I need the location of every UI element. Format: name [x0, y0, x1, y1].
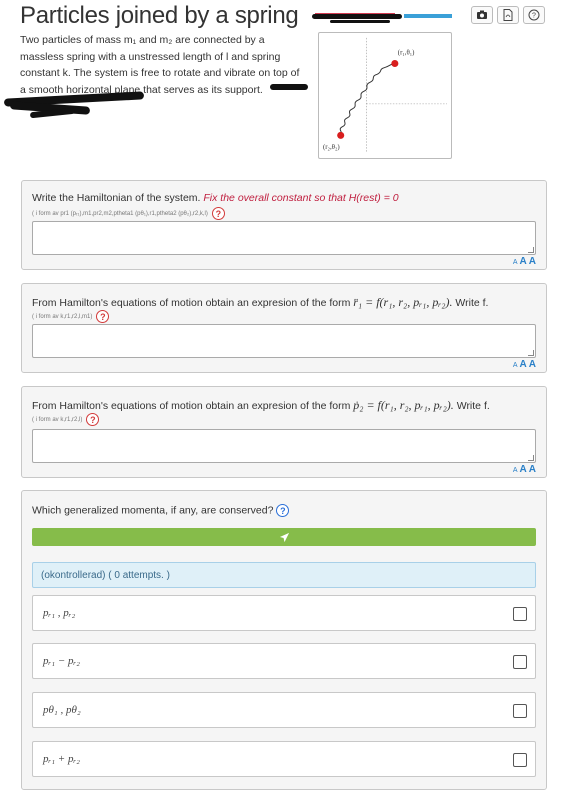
prompt-text: From Hamilton's equations of motion obta…: [32, 400, 351, 412]
send-icon: [279, 532, 289, 542]
hint-text: ( i form av k,r1,r2,l,m1): [32, 313, 93, 320]
font-small-button[interactable]: A: [513, 467, 518, 474]
status-message: (okontrollerad) ( 0 attempts. ): [32, 562, 536, 588]
font-large-button[interactable]: A: [529, 256, 536, 267]
intro-line: massless spring with a unstressed length…: [20, 50, 281, 63]
hint-text: ( i form av pr1 (pᵣ₁),m1,pr2,m2,ptheta1 …: [32, 210, 208, 217]
prompt-math: ṗ₂ = f(r₁, r₂, pᵣ₁, pᵣ₂).: [353, 398, 454, 412]
resize-handle[interactable]: [528, 247, 534, 253]
font-size-controls: A A A: [513, 464, 536, 475]
problem-description: Two particles of mass m₁ and m₂ are conn…: [20, 32, 310, 98]
option-checkbox[interactable]: [513, 655, 527, 669]
font-large-button[interactable]: A: [529, 464, 536, 475]
hint-text: ( i form av k,r1,r2,l): [32, 416, 83, 423]
question-prompt: From Hamilton's equations of motion obta…: [32, 398, 490, 413]
help-icon[interactable]: ?: [96, 310, 110, 323]
option-label: pᵣ₁ , pᵣ₂: [43, 607, 76, 619]
option-item[interactable]: pᵣ₁ , pᵣ₂: [32, 595, 536, 631]
spring-diagram: (r₁,θ₁) (r₂,θ₂): [318, 32, 452, 159]
font-large-button[interactable]: A: [529, 359, 536, 370]
toolbar: ?: [471, 6, 545, 24]
font-medium-button[interactable]: A: [520, 256, 527, 267]
option-checkbox[interactable]: [513, 607, 527, 621]
resize-handle[interactable]: [528, 350, 534, 356]
help-icon[interactable]: ?: [86, 413, 100, 426]
svg-text:?: ?: [532, 13, 536, 20]
answer-input[interactable]: [32, 324, 536, 358]
prompt-text: Which generalized momenta, if any, are c…: [32, 504, 274, 517]
font-medium-button[interactable]: A: [520, 359, 527, 370]
intro-line: constant k. The system is free to rotate…: [20, 67, 300, 79]
intro-line: Two particles of mass m₁ and m₂ are conn…: [20, 34, 265, 46]
font-size-controls: A A A: [513, 359, 536, 370]
font-size-controls: A A A: [513, 256, 536, 267]
prompt-tail: Write f.: [455, 297, 489, 309]
submit-button[interactable]: [32, 528, 536, 546]
option-item[interactable]: pᵣ₁ − pᵣ₂: [32, 643, 536, 679]
prompt-text: Write the Hamiltonian of the system.: [32, 192, 201, 204]
question-panel-conserved-momenta: Which generalized momenta, if any, are c…: [21, 490, 547, 790]
question-prompt: Which generalized momenta, if any, are c…: [32, 504, 290, 517]
page-title: Particles joined by a spring: [20, 2, 299, 29]
variable-hint: ( i form av k,r1,r2,l) ?: [32, 413, 100, 426]
option-item[interactable]: pθ₁ , pθ₂: [32, 692, 536, 728]
help-icon[interactable]: ?: [523, 6, 545, 24]
question-panel-hamiltonian: Write the Hamiltonian of the system. Fix…: [21, 180, 547, 270]
particle-2-label: (r₂,θ₂): [323, 144, 340, 151]
variable-hint: ( i form av pr1 (pᵣ₁),m1,pr2,m2,ptheta1 …: [32, 207, 225, 220]
font-small-button[interactable]: A: [513, 362, 518, 369]
option-checkbox[interactable]: [513, 753, 527, 767]
camera-icon[interactable]: [471, 6, 493, 24]
prompt-tail: Write f.: [456, 400, 490, 412]
resize-handle[interactable]: [528, 455, 534, 461]
help-icon[interactable]: ?: [211, 207, 225, 220]
question-prompt: Write the Hamiltonian of the system. Fix…: [32, 192, 399, 204]
particle-1-label: (r₁,θ₁): [398, 50, 415, 57]
answer-input[interactable]: [32, 429, 536, 463]
option-checkbox[interactable]: [513, 704, 527, 718]
pdf-icon[interactable]: [497, 6, 519, 24]
option-label: pθ₁ , pθ₂: [43, 704, 81, 716]
option-label: pᵣ₁ + pᵣ₂: [43, 753, 80, 765]
title-redaction-blue: [404, 14, 452, 18]
variable-hint: ( i form av k,r1,r2,l,m1) ?: [32, 310, 110, 323]
option-label: pᵣ₁ − pᵣ₂: [43, 655, 80, 667]
answer-input[interactable]: [32, 221, 536, 255]
title-redaction-scribble-2: [330, 20, 390, 23]
prompt-highlight: Fix the overall constant so that H(rest)…: [203, 192, 399, 204]
redaction-scribble: [270, 84, 308, 90]
option-item[interactable]: pᵣ₁ + pᵣ₂: [32, 741, 536, 777]
question-panel-r1-ddot: From Hamilton's equations of motion obta…: [21, 283, 547, 373]
question-prompt: From Hamilton's equations of motion obta…: [32, 295, 488, 310]
font-medium-button[interactable]: A: [520, 464, 527, 475]
help-icon[interactable]: ?: [276, 504, 290, 517]
font-small-button[interactable]: A: [513, 259, 518, 266]
question-panel-p2-dot: From Hamilton's equations of motion obta…: [21, 386, 547, 478]
title-redaction-scribble: [312, 14, 402, 19]
prompt-math: r̈₁ = f(r₁, r₂, pᵣ₁, pᵣ₂).: [353, 295, 453, 309]
prompt-text: From Hamilton's equations of motion obta…: [32, 297, 351, 309]
